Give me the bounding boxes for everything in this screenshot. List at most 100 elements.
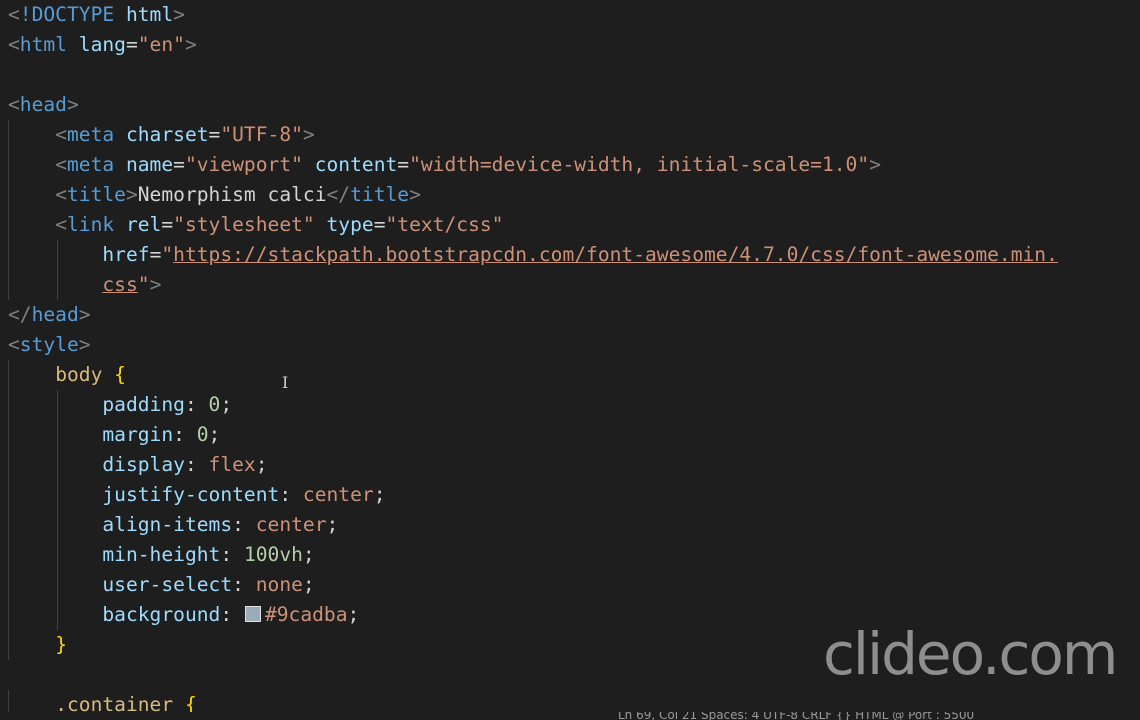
code-line[interactable]: min-height: 100vh; (8, 540, 1140, 570)
code-token: ; (373, 483, 386, 506)
indent-guide (8, 570, 9, 600)
code-line[interactable]: user-select: none; (8, 570, 1140, 600)
code-editor[interactable]: <!DOCTYPE html> <html lang="en"> <head> <m… (0, 0, 1140, 720)
code-token: "en" (137, 33, 185, 56)
code-token: style (19, 333, 79, 356)
indent-guide (8, 510, 9, 540)
code-token[interactable]: https://stackpath.bootstrapcdn.com/font-… (173, 243, 1058, 266)
code-token: ; (220, 393, 233, 416)
indent-guide (8, 420, 9, 450)
status-bar-text: Ln 69, Col 21 Spaces: 4 UTF-8 CRLF {} HT… (618, 712, 975, 720)
code-token: padding (102, 393, 185, 416)
indent-guide (8, 120, 9, 150)
indent-guide (57, 570, 58, 600)
code-token: title (350, 183, 410, 206)
code-token: name (125, 153, 174, 176)
code-token: < (55, 213, 67, 236)
code-token: : (184, 393, 209, 416)
code-token: = (397, 153, 410, 176)
indent-guide (8, 210, 9, 240)
code-token: ; (326, 513, 339, 536)
code-token: head (31, 303, 79, 326)
code-line[interactable]: <!DOCTYPE html> (8, 0, 1140, 30)
code-token: "UTF-8" (220, 123, 303, 146)
code-line[interactable]: <link rel="stylesheet" type="text/css" (8, 210, 1140, 240)
code-token: < (55, 183, 67, 206)
code-line[interactable]: margin: 0; (8, 420, 1140, 450)
code-line[interactable]: <meta name="viewport" content="width=dev… (8, 150, 1140, 180)
code-token: : (184, 453, 209, 476)
code-token: = (125, 33, 138, 56)
code-token: link (66, 213, 115, 236)
code-token: ; (302, 573, 315, 596)
code-line[interactable] (8, 60, 1140, 90)
code-token: head (19, 93, 67, 116)
code-token: ; (208, 423, 221, 446)
code-token: 100vh (243, 543, 303, 566)
code-token: min-height (102, 543, 221, 566)
code-line[interactable]: <style> (8, 330, 1140, 360)
code-token: > (173, 3, 185, 26)
indent-guide (8, 540, 9, 570)
code-token: type (326, 213, 374, 236)
code-line[interactable]: href="https://stackpath.bootstrapcdn.com… (8, 240, 1140, 270)
code-token: "width=device-width, initial-scale=1.0" (409, 153, 870, 176)
code-token: Nemorphism calci (137, 183, 327, 206)
code-line[interactable]: align-items: center; (8, 510, 1140, 540)
code-token: body (55, 363, 103, 386)
code-token: </ (8, 303, 32, 326)
code-line[interactable]: <head> (8, 90, 1140, 120)
code-line[interactable]: <meta charset="UTF-8"> (8, 120, 1140, 150)
indent-guide (8, 270, 9, 300)
code-token: < (55, 123, 67, 146)
code-line[interactable]: display: flex; (8, 450, 1140, 480)
indent-guide (8, 240, 9, 270)
code-token: background (102, 603, 221, 626)
code-line[interactable]: css"> (8, 270, 1140, 300)
indent-guide (57, 600, 58, 630)
code-token: > (184, 33, 197, 56)
indent-guide (8, 360, 9, 390)
code-token: { (114, 363, 126, 386)
indent-guide (57, 480, 58, 510)
code-token[interactable]: css (102, 273, 137, 296)
indent-guide (57, 240, 58, 270)
code-line[interactable]: </head> (8, 300, 1140, 330)
indent-guide (8, 480, 9, 510)
code-token: } (55, 633, 67, 656)
code-token: > (302, 123, 315, 146)
code-token: > (78, 333, 91, 356)
indent-guide (8, 180, 9, 210)
indent-guide (57, 270, 58, 300)
code-token: < (8, 3, 20, 26)
code-token: title (66, 183, 126, 206)
indent-guide (57, 510, 58, 540)
text-cursor-icon: I (282, 373, 289, 392)
code-area[interactable]: <!DOCTYPE html> <html lang="en"> <head> <m… (8, 0, 1140, 720)
color-swatch-icon[interactable] (244, 606, 261, 622)
code-token: href (102, 243, 150, 266)
code-line[interactable]: padding: 0; (8, 390, 1140, 420)
code-line[interactable]: <title>Nemorphism calci</title> (8, 180, 1140, 210)
code-token: = (173, 153, 185, 176)
code-token: : (220, 603, 244, 626)
code-token: "text/css" (385, 213, 504, 236)
indent-guide (8, 600, 9, 630)
code-line[interactable]: <html lang="en"> (8, 30, 1140, 60)
code-token: meta (66, 153, 115, 176)
code-token: > (149, 273, 162, 296)
code-line[interactable]: justify-content: center; (8, 480, 1140, 510)
indent-guide (57, 540, 58, 570)
code-line[interactable]: body { (8, 360, 1140, 390)
code-token: : (232, 573, 256, 596)
